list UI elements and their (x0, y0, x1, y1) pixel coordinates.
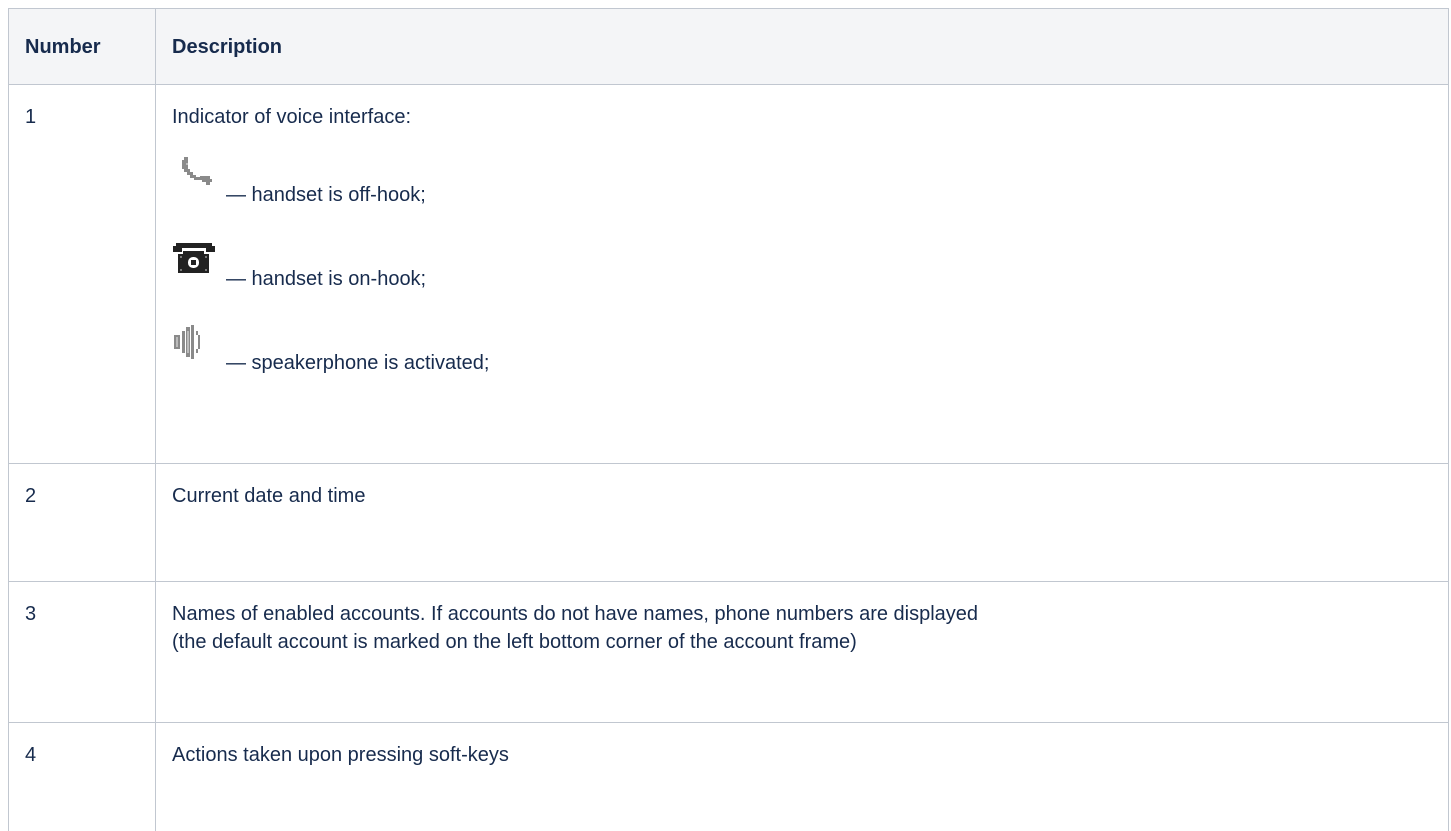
row-number: 1 (9, 85, 156, 464)
description-table: Number Description 1 Indicator of voice … (8, 8, 1449, 831)
row-description: Names of enabled accounts. If accounts d… (156, 582, 1449, 723)
table-row: 2 Current date and time (9, 464, 1449, 582)
header-number: Number (9, 9, 156, 85)
indicator-speakerphone: — speakerphone is activated; (172, 325, 1448, 375)
row-number-text: 3 (25, 600, 155, 628)
row-description-text: Indicator of voice interface: (172, 103, 1448, 131)
row-description-line-1: Names of enabled accounts. If accounts d… (172, 600, 1448, 628)
row-description-text: Actions taken upon pressing soft-keys (172, 741, 1448, 769)
header-description: Description (156, 9, 1449, 85)
table-header-row: Number Description (9, 9, 1449, 85)
row-description-text: Current date and time (172, 482, 1448, 510)
row-description-line-2: (the default account is marked on the le… (172, 628, 1448, 656)
indicator-speakerphone-text: — speakerphone is activated; (226, 349, 490, 377)
row-description: Current date and time (156, 464, 1449, 582)
handset-on-hook-icon (172, 241, 222, 281)
indicator-on-hook: — handset is on-hook; (172, 241, 1448, 291)
indicator-off-hook-text: — handset is off-hook; (226, 181, 426, 209)
speakerphone-icon (172, 325, 222, 365)
row-number-text: 2 (25, 482, 155, 510)
indicator-on-hook-text: — handset is on-hook; (226, 265, 426, 293)
row-number-text: 4 (25, 741, 155, 769)
indicator-off-hook: — handset is off-hook; (172, 157, 1448, 207)
table-row: 3 Names of enabled accounts. If accounts… (9, 582, 1449, 723)
table-row: 1 Indicator of voice interface: (9, 85, 1449, 464)
row-number: 3 (9, 582, 156, 723)
row-number: 2 (9, 464, 156, 582)
row-description: Indicator of voice interface: (156, 85, 1449, 464)
row-number-text: 1 (25, 103, 155, 131)
handset-off-hook-icon (172, 157, 222, 197)
